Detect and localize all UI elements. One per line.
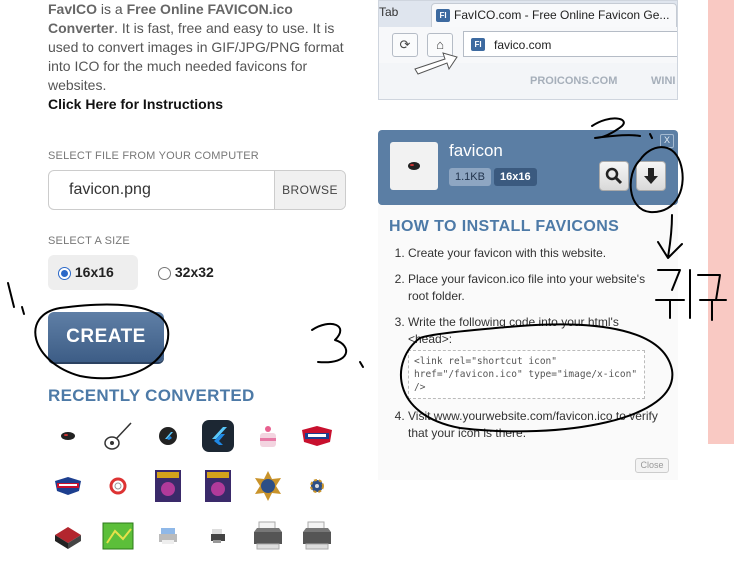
radio-16-icon[interactable] — [58, 266, 71, 280]
map-icon[interactable] — [101, 519, 135, 553]
recent-title: RECENTLY CONVERTED — [48, 386, 255, 405]
address-url: favico.com — [494, 38, 552, 52]
tab-left: Tab — [379, 5, 399, 19]
side-bar — [708, 0, 734, 444]
dimension-badge: 16x16 — [494, 168, 537, 186]
favico-icon: FI — [436, 9, 450, 22]
game-cover-icon[interactable] — [201, 469, 235, 503]
file-input-value: favicon.png — [69, 181, 151, 198]
favico-icon: FI — [471, 38, 485, 51]
favicon-preview — [390, 142, 438, 190]
arrow-pointer-icon — [414, 52, 458, 75]
install-steps: Create your favicon with this website. P… — [388, 245, 663, 451]
browse-button[interactable]: BROWSE — [274, 171, 345, 209]
install-step-2: Place your favicon.ico file into your we… — [408, 271, 663, 305]
flutter-icon[interactable] — [201, 419, 235, 453]
favicon-name: favicon — [449, 141, 503, 160]
size-option-32-label: 32x32 — [174, 264, 214, 280]
tab-strip: Tab FI FavICO.com - Free Online Favicon … — [379, 1, 677, 27]
tab-favico: FI FavICO.com - Free Online Favicon Ge..… — [431, 3, 677, 27]
game-cover-icon[interactable] — [151, 469, 185, 503]
favicon-result-panel: favicon 1.1KB 16x16 X — [378, 130, 678, 205]
intro-text-1: is a — [97, 1, 127, 17]
install-title: HOW TO INSTALL FAVICONS — [389, 218, 620, 235]
install-section: HOW TO INSTALL FAVICONS Create your favi… — [378, 205, 678, 480]
size-option-16[interactable]: 16x16 — [48, 255, 138, 290]
tab-favico-title: FavICO.com - Free Online Favicon Ge... — [454, 8, 670, 22]
gear-icon[interactable] — [300, 469, 334, 503]
guitar-icon[interactable] — [101, 419, 135, 453]
printer-red-icon[interactable] — [51, 519, 85, 553]
browser-preview: Tab FI FavICO.com - Free Online Favicon … — [378, 0, 678, 100]
download-button[interactable] — [636, 161, 666, 191]
team-logo-icon[interactable] — [300, 419, 334, 453]
code-snippet[interactable]: <link rel="shortcut icon" href="/favicon… — [408, 350, 645, 399]
instructions-link[interactable]: Click Here for Instructions — [48, 95, 353, 114]
install-step-3-text: Write the following code into your html'… — [408, 315, 619, 346]
proicons-link: PROICONS.COM — [530, 75, 618, 87]
create-button[interactable]: CREATE — [48, 312, 164, 362]
install-step-4: Visit www.yourwebsite.com/favicon.ico to… — [408, 408, 663, 442]
preview-button[interactable] — [599, 161, 629, 191]
badge-icon[interactable] — [251, 469, 285, 503]
radio-32-icon[interactable] — [158, 266, 171, 280]
mouse-icon[interactable] — [51, 419, 85, 453]
team-logo-icon[interactable] — [51, 469, 85, 503]
printer-icon[interactable] — [151, 519, 185, 553]
address-bar: FI favico.com — [463, 31, 677, 57]
brand-name: FavICO — [48, 1, 98, 17]
printer-icon[interactable] — [300, 519, 334, 553]
install-step-3: Write the following code into your html'… — [408, 314, 663, 399]
install-step-1: Create your favicon with this website. — [408, 245, 663, 262]
download-arrow-icon — [644, 168, 658, 184]
upload-label: SELECT FILE FROM YOUR COMPUTER — [48, 150, 259, 162]
size-option-16-label: 16x16 — [74, 264, 114, 280]
size-label: SELECT A SIZE — [48, 235, 130, 247]
close-icon[interactable]: X — [660, 134, 674, 148]
cake-icon[interactable] — [251, 419, 285, 453]
file-input[interactable]: favicon.png BROWSE — [48, 170, 346, 210]
wini-link: WINI — [651, 75, 676, 87]
lifebuoy-icon[interactable] — [101, 469, 135, 503]
size-option-32[interactable]: 32x32 — [158, 255, 214, 290]
flutter-round-icon[interactable] — [151, 419, 185, 453]
close-button[interactable]: Close — [635, 458, 669, 473]
printer-icon[interactable] — [251, 519, 285, 553]
intro-text: FavICO is a Free Online FAVICON.ico Conv… — [48, 0, 353, 114]
size-badge: 1.1KB — [449, 168, 491, 186]
search-icon — [605, 167, 623, 185]
printer-small-icon[interactable] — [201, 519, 235, 553]
